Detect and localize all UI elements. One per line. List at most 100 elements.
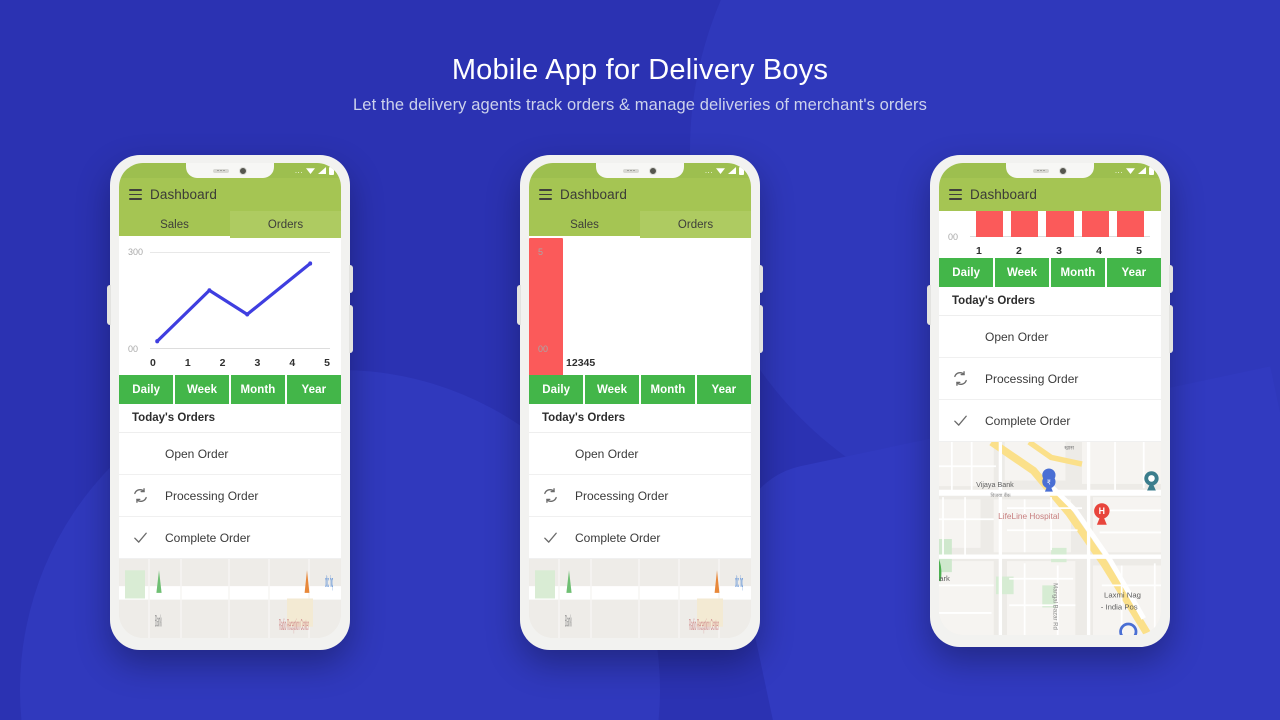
- bar-3: [1046, 211, 1074, 237]
- page-header: Mobile App for Delivery Boys Let the del…: [0, 50, 1280, 115]
- list-item[interactable]: Complete Order: [119, 517, 341, 559]
- period-month[interactable]: Month: [640, 375, 696, 404]
- front-camera-icon: [1059, 166, 1067, 175]
- phone-1-screen: ... Dashboard Sales Orders 300 00 0 1 2 …: [119, 163, 341, 638]
- tab-orders-label: Orders: [677, 218, 714, 231]
- svg-text:LifeLine Hospital: LifeLine Hospital: [998, 512, 1059, 521]
- list-item[interactable]: Open Order: [939, 316, 1161, 358]
- delivery-map[interactable]: Vijaya Bank विजया बैंक LifeLine Hospital…: [939, 442, 1161, 635]
- chart-gridline-bottom: [150, 348, 330, 349]
- check-icon: [542, 529, 559, 546]
- svg-text:Bank: Bank: [565, 611, 572, 630]
- line-series: [157, 264, 310, 342]
- list-item-label: Open Order: [575, 446, 639, 461]
- tab-sales[interactable]: Sales: [529, 211, 640, 238]
- phone-2-app-bar: Dashboard: [529, 178, 751, 211]
- svg-text:Bank: Bank: [155, 611, 162, 630]
- x-tick: 2: [1016, 245, 1022, 257]
- phone-3-power-button[interactable]: [1169, 265, 1173, 293]
- period-year[interactable]: Year: [1106, 258, 1161, 287]
- phone-1-left-button[interactable]: [107, 285, 111, 325]
- period-week[interactable]: Week: [174, 375, 230, 404]
- x-tick: 1: [184, 357, 191, 369]
- todays-orders-heading: Today's Orders: [529, 404, 751, 433]
- period-week[interactable]: Week: [584, 375, 640, 404]
- svg-text:- India Pos: - India Pos: [1101, 603, 1138, 612]
- tab-orders[interactable]: Orders: [230, 211, 341, 238]
- hamburger-icon[interactable]: [949, 189, 962, 200]
- svg-text:Mangal Bazar Rd: Mangal Bazar Rd: [1051, 583, 1057, 630]
- check-icon: [952, 412, 969, 429]
- wifi-icon: [716, 168, 725, 174]
- phone-3-screen: ... Dashboard 00 1 2 3 4 5 Daily Week Mo…: [939, 163, 1161, 635]
- phone-2-power-button[interactable]: [759, 265, 763, 293]
- period-month[interactable]: Month: [230, 375, 286, 404]
- list-item[interactable]: Processing Order: [119, 475, 341, 517]
- period-daily[interactable]: Daily: [119, 375, 174, 404]
- x-tick: 0: [150, 357, 156, 369]
- phone-1-notch: [186, 163, 274, 178]
- period-month[interactable]: Month: [1050, 258, 1106, 287]
- phone-2-volume-button[interactable]: [759, 305, 763, 353]
- x-tick: 3: [254, 357, 261, 369]
- speaker-grille-icon: [213, 168, 229, 173]
- page-subtitle: Let the delivery agents track orders & m…: [353, 96, 927, 114]
- tab-sales[interactable]: Sales: [119, 211, 230, 238]
- period-week[interactable]: Week: [994, 258, 1050, 287]
- list-item-label: Open Order: [985, 329, 1049, 344]
- phone-2-period-selector: Daily Week Month Year: [529, 375, 751, 404]
- refresh-cycle-icon: [952, 370, 969, 387]
- app-bar-title: Dashboard: [150, 187, 217, 202]
- period-daily[interactable]: Daily: [939, 258, 994, 287]
- phone-3-volume-button[interactable]: [1169, 305, 1173, 353]
- list-item[interactable]: Open Order: [119, 433, 341, 475]
- list-item[interactable]: Complete Order: [939, 400, 1161, 442]
- list-item-label: Complete Order: [985, 413, 1071, 428]
- x-axis-labels: 1 2 3 4 5: [976, 245, 1142, 257]
- wifi-icon: [306, 168, 315, 174]
- tab-orders[interactable]: Orders: [640, 211, 751, 238]
- phone-1-volume-button[interactable]: [349, 305, 353, 353]
- status-dots-icon: ...: [704, 165, 713, 175]
- line-point-0: [155, 339, 160, 344]
- x-tick: 5: [1136, 245, 1142, 257]
- map-preview[interactable]: Bank Radio Reception Center dtc hq: [119, 559, 341, 638]
- signal-icon: [728, 167, 736, 174]
- svg-text:Laxmi Nag: Laxmi Nag: [1104, 591, 1141, 600]
- list-item[interactable]: Open Order: [529, 433, 751, 475]
- phone-3-left-button[interactable]: [927, 285, 931, 325]
- phone-1-power-button[interactable]: [349, 265, 353, 293]
- map-preview[interactable]: Bank Radio Reception Center dtc hq: [529, 559, 751, 638]
- svg-text:Radio Reception Center: Radio Reception Center: [279, 618, 309, 635]
- front-camera-icon: [649, 166, 657, 175]
- list-item[interactable]: Processing Order: [529, 475, 751, 517]
- period-year[interactable]: Year: [696, 375, 751, 404]
- clock-icon: [132, 445, 149, 462]
- sales-line-chart: 300 00 0 1 2 3 4 5: [119, 238, 341, 375]
- list-item[interactable]: Processing Order: [939, 358, 1161, 400]
- tab-orders-label: Orders: [267, 218, 304, 231]
- y-axis-label-min: 00: [948, 232, 959, 242]
- x-tick: 5: [589, 357, 596, 369]
- list-item[interactable]: Complete Order: [529, 517, 751, 559]
- speaker-grille-icon: [623, 168, 639, 173]
- svg-text:e Park: e Park: [939, 574, 950, 583]
- todays-orders-heading: Today's Orders: [119, 404, 341, 433]
- list-item-label: Processing Order: [575, 488, 669, 503]
- phone-3-period-selector: Daily Week Month Year: [939, 258, 1161, 287]
- hamburger-icon[interactable]: [129, 189, 142, 200]
- refresh-cycle-icon: [542, 487, 559, 504]
- status-dots-icon: ...: [1114, 165, 1123, 175]
- phone-mockup-3: ... Dashboard 00 1 2 3 4 5 Daily Week Mo…: [927, 155, 1173, 647]
- period-daily[interactable]: Daily: [529, 375, 584, 404]
- orders-bar-chart-cropped: 00 1 2 3 4 5: [939, 211, 1161, 258]
- period-year[interactable]: Year: [286, 375, 341, 404]
- phone-2-tab-bar: Sales Orders: [529, 211, 751, 238]
- wifi-icon: [1126, 168, 1135, 174]
- hamburger-icon[interactable]: [539, 189, 552, 200]
- phone-2-left-button[interactable]: [517, 285, 521, 325]
- phone-mockup-1: ... Dashboard Sales Orders 300 00 0 1 2 …: [107, 155, 353, 650]
- svg-text:H: H: [1099, 506, 1105, 516]
- x-tick: 4: [289, 357, 296, 369]
- list-item-label: Processing Order: [165, 488, 259, 503]
